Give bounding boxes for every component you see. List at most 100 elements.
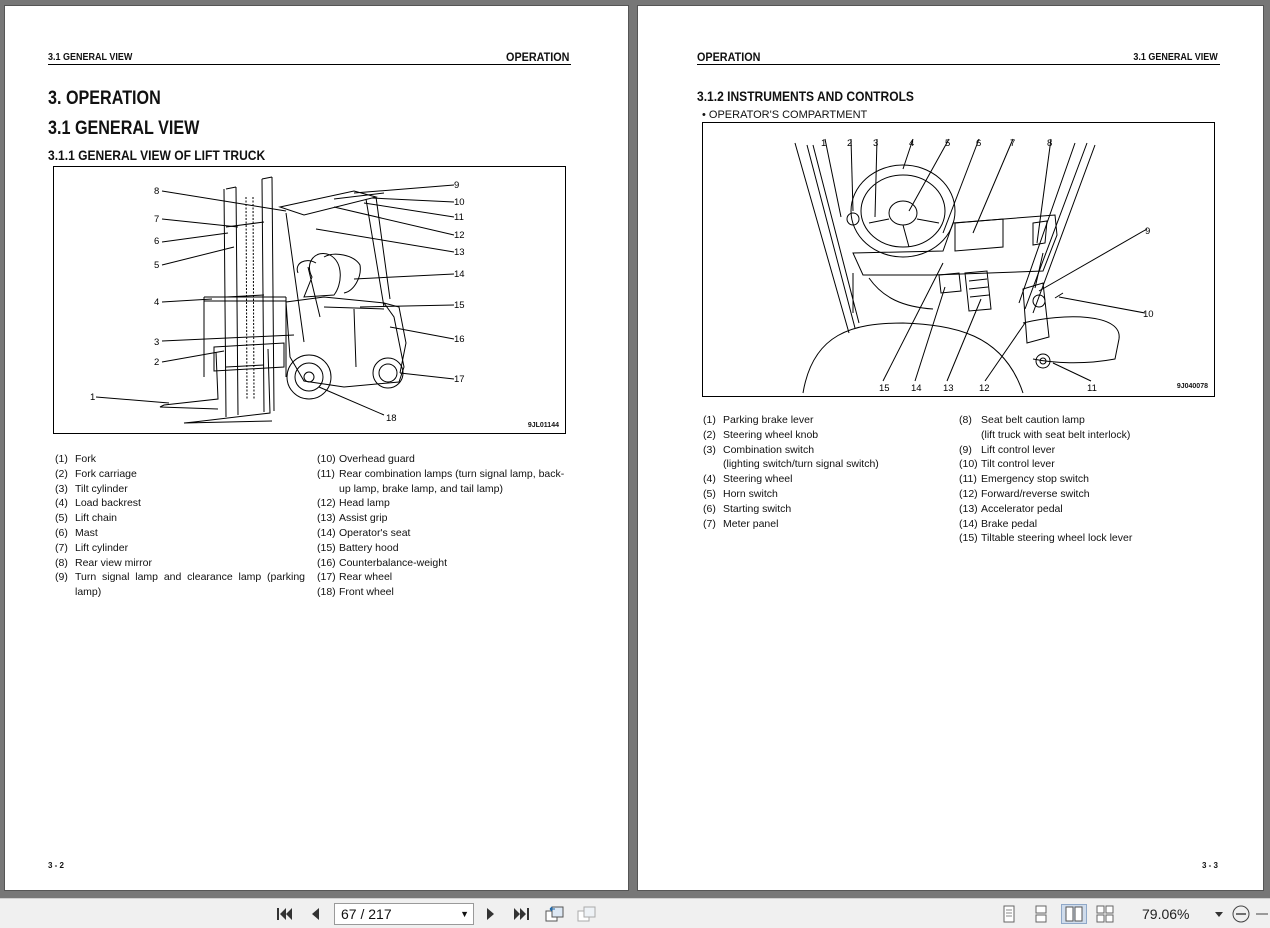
legend-item: (17) Rear wheel: [317, 570, 571, 585]
legend-item: (6) Starting switch: [703, 502, 953, 517]
figure-callout: 15: [454, 300, 465, 311]
legend-item-label: Mast: [75, 526, 98, 539]
legend-item: (2) Fork carriage: [55, 467, 305, 482]
legend-item: (4) Steering wheel: [703, 472, 953, 487]
first-page-icon[interactable]: [274, 904, 296, 924]
next-view-icon[interactable]: [576, 904, 598, 924]
legend-item-number: (11): [317, 467, 335, 480]
operator-compartment-figure: 1 2 3 4 5 6 7 8 9 10 11 12 13 14 15 9J04…: [702, 122, 1215, 397]
legend-item-number: (13): [317, 512, 336, 525]
legend-item-label: Lift chain: [75, 512, 118, 525]
legend-item-label: Load backrest: [75, 497, 141, 510]
legend-item-label: Head lamp: [339, 497, 390, 510]
legend-item-number: (7): [55, 541, 68, 554]
legend-item-number: (5): [703, 487, 716, 500]
zoom-slider-icon[interactable]: [1256, 904, 1268, 924]
legend-item: (16) Counterbalance-weight: [317, 556, 571, 571]
legend-item-number: (1): [55, 453, 68, 465]
legend-item-label: Fork carriage: [75, 467, 137, 480]
page-right: OPERATION 3.1 GENERAL VIEW 3.1.2 INSTRUM…: [637, 5, 1264, 891]
legend-item-label: Steering wheel: [723, 473, 793, 486]
subsection-title: 3.1.2 INSTRUMENTS AND CONTROLS: [697, 88, 914, 104]
legend-item: (12) Head lamp: [317, 496, 571, 511]
legend-item-label: (lighting switch/turn signal switch): [723, 458, 879, 471]
legend-item: (15) Tiltable steering wheel lock lever: [959, 531, 1219, 546]
figure-callout: 11: [454, 212, 464, 223]
legend-item-label: Parking brake lever: [723, 414, 814, 426]
legend-item-number: (6): [55, 526, 68, 539]
legend-item-number: (9): [55, 571, 68, 584]
subheading: • OPERATOR'S COMPARTMENT: [702, 109, 868, 121]
legend-item: (1) Parking brake lever: [703, 413, 953, 428]
legend-item-number: (8): [55, 556, 68, 569]
figure-callout: 18: [386, 413, 397, 424]
figure-callout: 7: [1010, 138, 1015, 149]
legend-item: (11) Rear combination lamps (turn signal …: [317, 467, 571, 497]
legend-item-label: Lift control lever: [981, 443, 1056, 456]
legend-item-number: (14): [959, 517, 978, 530]
page-number: 3 - 3: [1201, 861, 1218, 870]
figure-callout: 14: [911, 383, 922, 394]
lift-truck-figure: 1 2 3 4 5 6 7 8 9 10 11 12 13 14 15 16 1…: [53, 166, 566, 434]
zoom-out-icon[interactable]: [1230, 904, 1252, 924]
legend-item-number: (15): [959, 532, 978, 545]
legend-item-label: Turn signal lamp and clearance lamp (par…: [75, 571, 305, 599]
legend-item-number: (10): [959, 458, 978, 471]
legend-item: (1) Fork: [55, 452, 305, 467]
single-page-icon[interactable]: [998, 904, 1020, 924]
legend-item: (7) Lift cylinder: [55, 541, 305, 556]
legend-item: (8) Seat belt caution lamp: [959, 413, 1219, 428]
figure-callout: 3: [873, 138, 878, 149]
figure-callout: 6: [154, 236, 159, 247]
figure-callout: 7: [154, 214, 159, 225]
legend-item: (13) Assist grip: [317, 511, 571, 526]
page-number-field[interactable]: 67 / 217 ▼: [334, 903, 474, 925]
figure-callout: 2: [847, 138, 852, 149]
zoom-level[interactable]: 79.06%: [1142, 906, 1189, 922]
figure-callout: 8: [154, 186, 159, 197]
figure-callout: 4: [154, 297, 159, 308]
operator-compartment-drawing: 1 2 3 4 5 6 7 8 9 10 11 12 13 14 15: [794, 138, 1154, 394]
zoom-dropdown-icon[interactable]: [1212, 904, 1226, 924]
legend-item: (9) Turn signal lamp and clearance lamp (…: [55, 570, 305, 600]
running-header-left: 3.1 GENERAL VIEW: [48, 52, 133, 63]
legend-item-label: Rear combination lamps (turn signal lamp…: [339, 467, 565, 495]
last-page-icon[interactable]: [510, 904, 532, 924]
legend-item: (7) Meter panel: [703, 517, 953, 532]
next-page-icon[interactable]: [480, 904, 502, 924]
page-number-value: 67 / 217: [341, 906, 392, 922]
figure-id: 9JL01144: [527, 422, 559, 429]
legend-item-number: [959, 428, 981, 443]
legend-item-label: Counterbalance-weight: [339, 556, 447, 569]
figure-callout: 10: [1143, 309, 1154, 320]
figure-callout: 17: [454, 374, 465, 385]
header-rule: [48, 64, 571, 65]
legend-item-number: [703, 457, 723, 472]
continuous-icon[interactable]: [1030, 904, 1052, 924]
figure-callout: 3: [154, 337, 159, 348]
figure-callout: 15: [879, 383, 890, 394]
legend-item-label: Steering wheel knob: [723, 428, 819, 441]
figure-callout: 5: [945, 138, 950, 149]
figure-callout: 14: [454, 269, 465, 280]
legend-item-label: Tilt control lever: [981, 458, 1055, 471]
legend-item: (14) Operator's seat: [317, 526, 571, 541]
figure-callout: 6: [976, 138, 981, 149]
previous-page-icon[interactable]: [304, 904, 326, 924]
legend-item-number: (3): [55, 482, 68, 495]
running-header-right: OPERATION: [505, 50, 569, 64]
previous-view-icon[interactable]: [544, 904, 566, 924]
running-header-left: OPERATION: [697, 50, 761, 64]
legend-item-label: Emergency stop switch: [981, 473, 1089, 486]
figure-callout: 10: [454, 197, 465, 208]
figure-id: 9J040078: [1176, 383, 1208, 390]
legend-item-number: (6): [703, 502, 716, 515]
legend-item-number: (10): [317, 453, 336, 465]
legend-item-number: (1): [703, 414, 716, 426]
figure-callout: 9: [1145, 226, 1150, 237]
continuous-facing-icon[interactable]: [1094, 904, 1116, 924]
legend-item-label: Lift cylinder: [75, 541, 129, 554]
chevron-down-icon[interactable]: ▼: [460, 904, 469, 924]
facing-icon[interactable]: [1061, 904, 1087, 924]
figure-callout: 9: [454, 180, 459, 191]
